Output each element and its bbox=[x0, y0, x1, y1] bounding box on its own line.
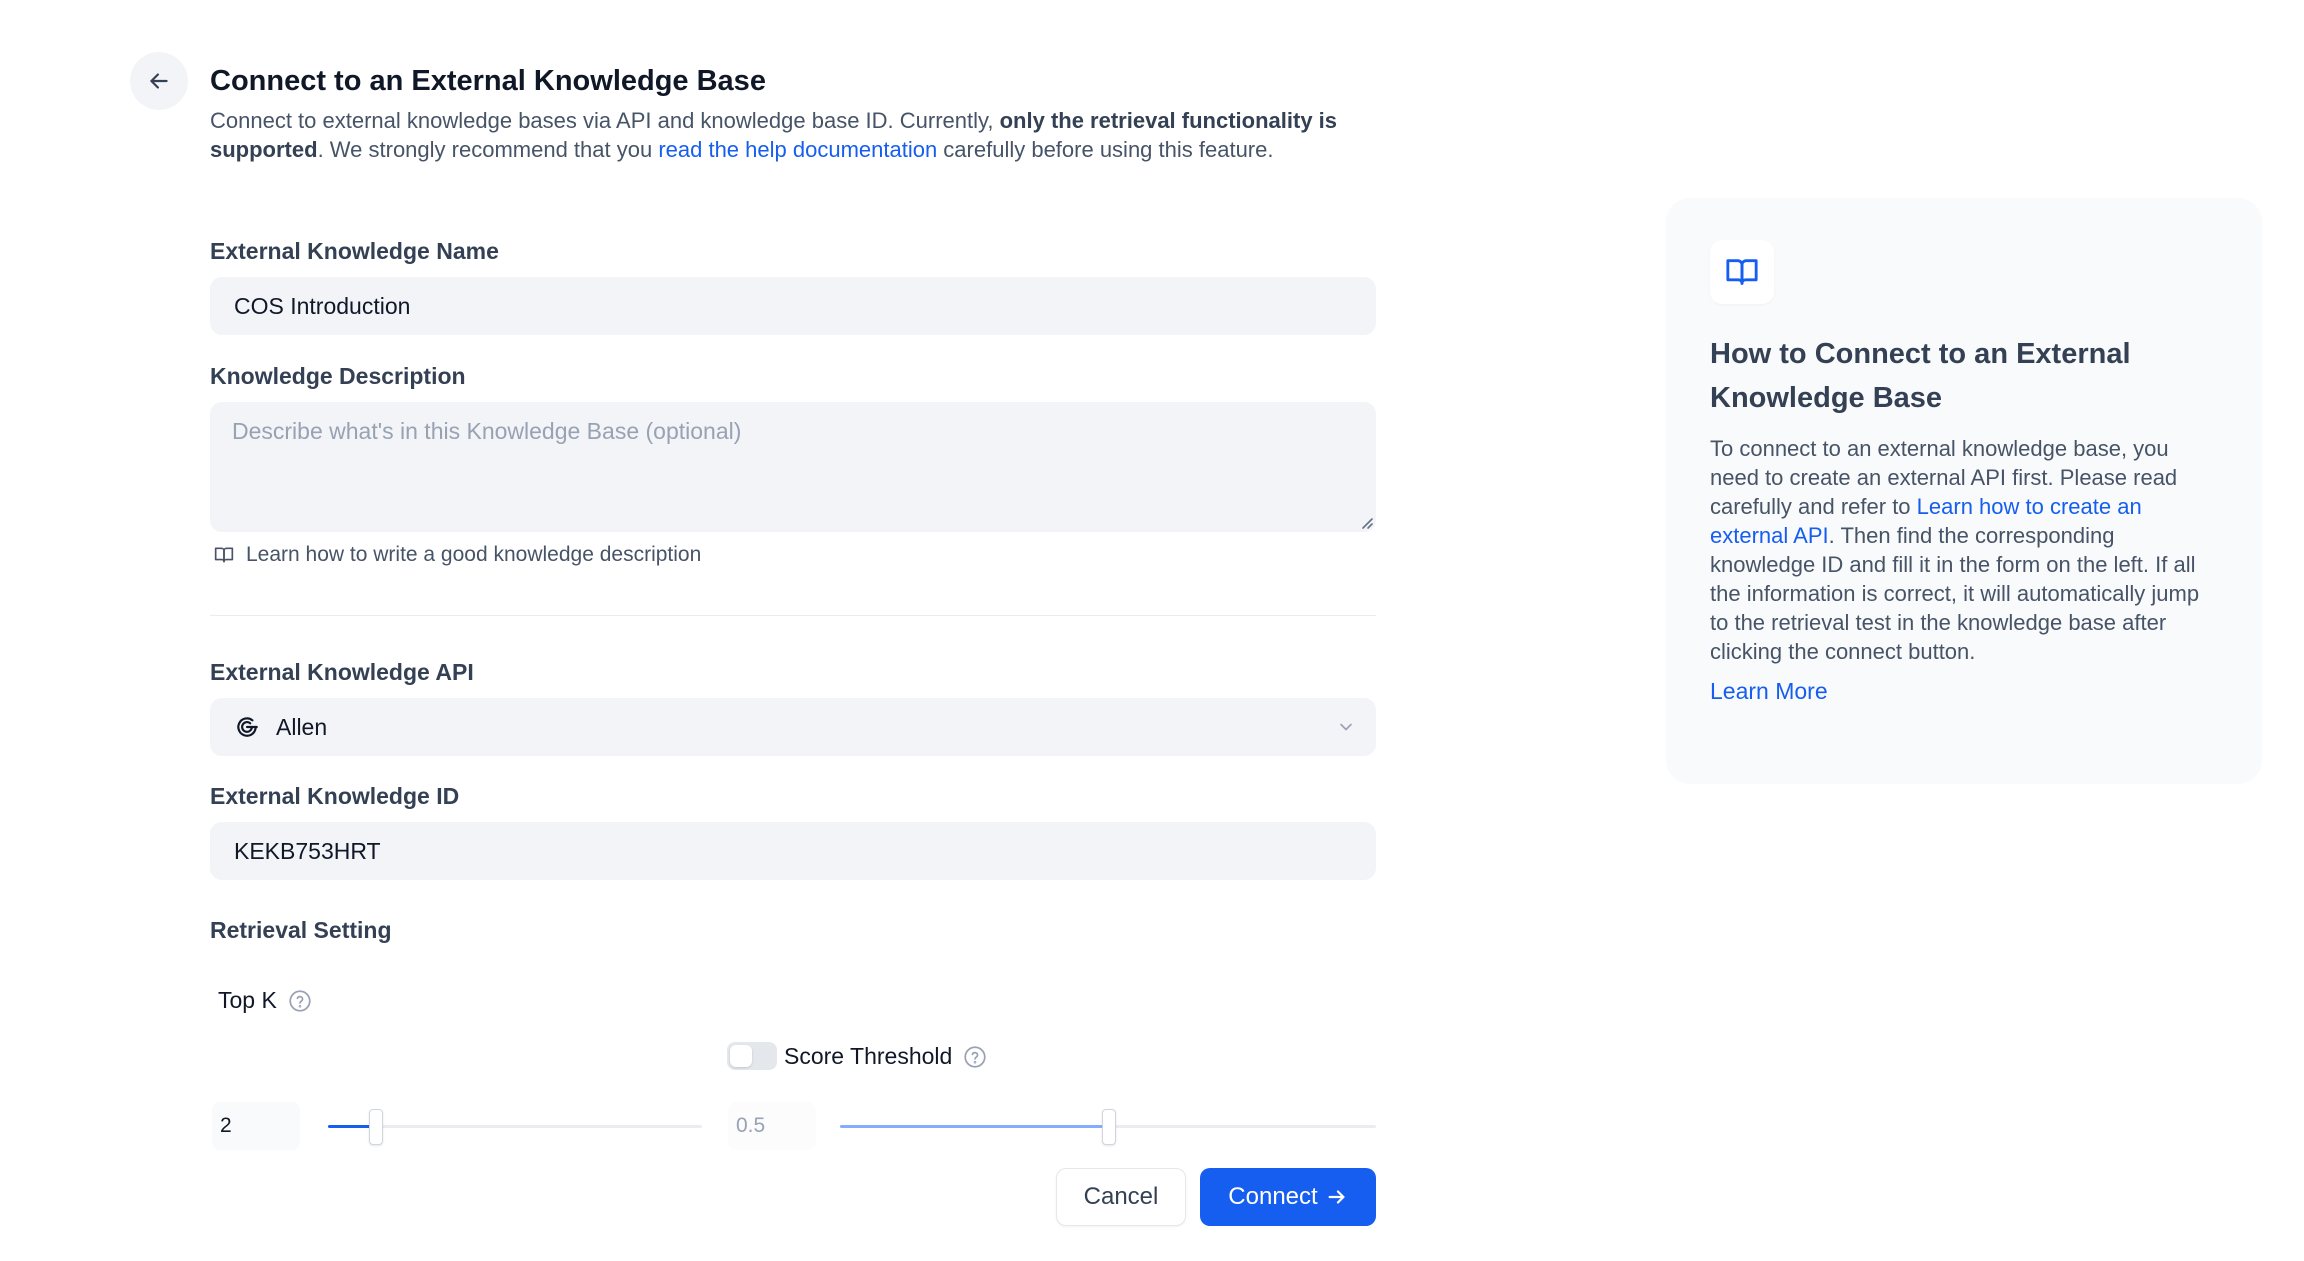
score-threshold-value: 0.5 bbox=[736, 1114, 766, 1137]
top-k-slider[interactable] bbox=[328, 1109, 702, 1145]
id-input-value: KEKB753HRT bbox=[234, 837, 381, 864]
book-open-icon bbox=[1726, 259, 1758, 285]
connect-button-label: Connect bbox=[1228, 1183, 1318, 1210]
help-panel-title: How to Connect to an External Knowledge … bbox=[1710, 338, 2131, 414]
description-textarea[interactable]: Describe what's in this Knowledge Base (… bbox=[210, 402, 1376, 532]
id-input[interactable]: KEKB753HRT bbox=[210, 822, 1376, 880]
api-select-value: Allen bbox=[276, 713, 328, 740]
top-k-label-text: Top K bbox=[218, 987, 277, 1013]
back-button[interactable] bbox=[130, 52, 188, 110]
book-open-icon bbox=[214, 547, 234, 563]
cancel-button-label: Cancel bbox=[1083, 1183, 1159, 1210]
score-threshold-slider-thumb[interactable] bbox=[1102, 1109, 1116, 1145]
api-select[interactable]: Allen bbox=[210, 698, 1376, 756]
top-k-help-icon[interactable] bbox=[287, 988, 313, 1014]
top-k-value: 2 bbox=[220, 1114, 232, 1137]
form-fields: External Knowledge Name COS Introduction… bbox=[210, 60, 1376, 1226]
score-threshold-number-input[interactable]: 0.5 bbox=[728, 1102, 816, 1150]
score-threshold-slider[interactable] bbox=[840, 1109, 1376, 1145]
help-panel: How to Connect to an External Knowledge … bbox=[1666, 198, 2262, 784]
cancel-button[interactable]: Cancel bbox=[1056, 1168, 1186, 1226]
score-threshold-help-icon[interactable] bbox=[962, 1044, 988, 1070]
chevron-down-icon bbox=[1340, 723, 1352, 731]
description-label: Knowledge Description bbox=[210, 363, 466, 389]
question-circle-icon bbox=[289, 989, 311, 1012]
help-panel-icon-box bbox=[1710, 240, 1774, 304]
top-k-number-input[interactable]: 2 bbox=[212, 1102, 300, 1150]
section-divider bbox=[210, 615, 1376, 616]
arrow-left-icon bbox=[150, 73, 168, 89]
connect-button[interactable]: Connect bbox=[1200, 1168, 1376, 1226]
description-hint-text: Learn how to write a good knowledge desc… bbox=[246, 543, 702, 566]
top-k-slider-fill bbox=[328, 1125, 375, 1128]
name-label: External Knowledge Name bbox=[210, 238, 499, 264]
help-panel-body: To connect to an external knowledge base… bbox=[1710, 434, 2218, 666]
retrieval-label: Retrieval Setting bbox=[210, 917, 392, 943]
top-k-slider-thumb[interactable] bbox=[369, 1109, 383, 1145]
score-threshold-label-text: Score Threshold bbox=[784, 1043, 953, 1069]
question-circle-icon bbox=[964, 1045, 986, 1068]
api-label: External Knowledge API bbox=[210, 659, 474, 685]
form-main: Connect to an External Knowledge Base Co… bbox=[210, 60, 1376, 1226]
description-placeholder: Describe what's in this Knowledge Base (… bbox=[232, 418, 742, 444]
id-label: External Knowledge ID bbox=[210, 783, 460, 809]
name-input[interactable]: COS Introduction bbox=[210, 277, 1376, 335]
learn-more-link[interactable]: Learn More bbox=[1710, 678, 1828, 705]
score-threshold-slider-fill bbox=[840, 1125, 1108, 1128]
name-input-value: COS Introduction bbox=[234, 292, 411, 319]
score-threshold-toggle[interactable] bbox=[727, 1042, 777, 1070]
description-hint[interactable]: Learn how to write a good knowledge desc… bbox=[214, 543, 701, 567]
score-threshold-toggle-knob bbox=[730, 1045, 752, 1067]
api-connection-icon bbox=[234, 714, 260, 740]
resize-handle-icon[interactable] bbox=[1358, 514, 1374, 530]
arrow-right-icon bbox=[1328, 1190, 1345, 1204]
score-threshold-label: Score Threshold bbox=[784, 1043, 988, 1070]
top-k-label: Top K bbox=[218, 987, 313, 1014]
